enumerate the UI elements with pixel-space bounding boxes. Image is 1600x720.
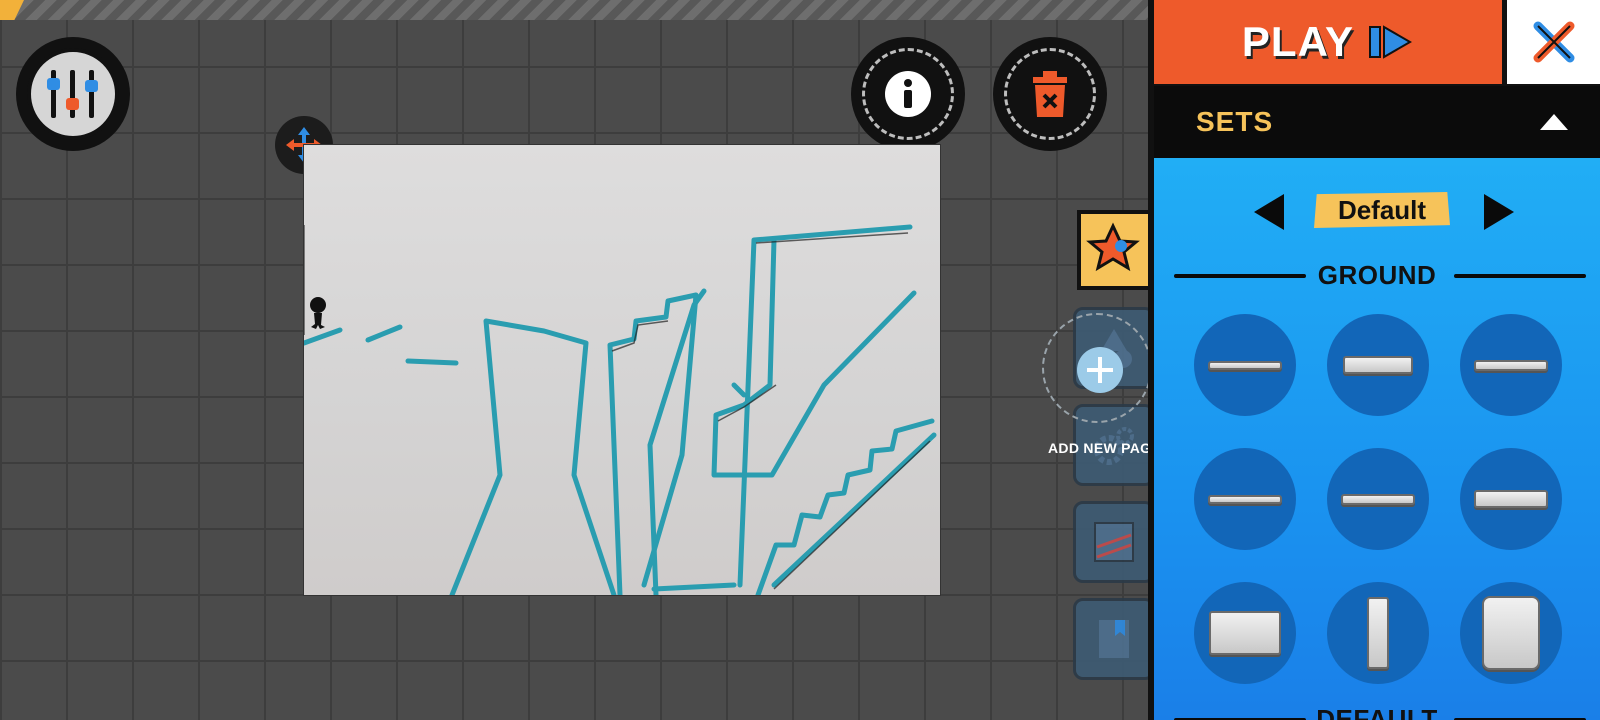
plus-icon: [1087, 357, 1113, 383]
sets-title: SETS: [1196, 106, 1274, 137]
ground-piece-stone-block[interactable]: [1194, 582, 1296, 684]
section-header-default: DEFAULT: [1154, 702, 1600, 720]
current-set-name: Default: [1314, 192, 1450, 228]
sets-header[interactable]: SETS: [1154, 86, 1600, 158]
sets-tool-tab[interactable]: [1073, 208, 1150, 292]
ground-piece-thin-platform[interactable]: [1194, 314, 1296, 416]
hand-drawn-level: [304, 224, 937, 595]
ground-piece-stone-slab[interactable]: [1327, 314, 1429, 416]
add-new-page-label: ADD NEW PAGE: [1048, 440, 1150, 456]
previous-set-arrow-icon[interactable]: [1254, 194, 1284, 230]
next-set-arrow-icon[interactable]: [1484, 194, 1514, 230]
section-header-ground: GROUND: [1154, 258, 1600, 292]
section-title: GROUND: [1317, 259, 1437, 290]
settings-button[interactable]: [16, 37, 130, 151]
background-tool-slot[interactable]: [1073, 501, 1150, 583]
ground-piece-stone-block-large[interactable]: [1460, 582, 1562, 684]
bookmark-icon: [1099, 620, 1129, 658]
saved-tool-slot[interactable]: [1073, 598, 1150, 680]
play-icon: [1369, 25, 1413, 59]
objects-panel: PLAY SETS Default GROUND DEFAULT: [1148, 0, 1600, 720]
hazard-strip: [0, 0, 1150, 20]
close-icon: [1533, 21, 1574, 63]
play-button[interactable]: PLAY: [1154, 0, 1502, 84]
section-title: DEFAULT: [1316, 703, 1438, 720]
close-button[interactable]: [1507, 0, 1600, 84]
trash-icon: [1033, 71, 1067, 117]
sliders-icon: [27, 48, 119, 140]
delete-page-button[interactable]: [993, 37, 1107, 151]
ground-piece-thin-platform[interactable]: [1194, 448, 1296, 550]
level-drawing-photo[interactable]: [304, 145, 940, 595]
ground-piece-thin-platform[interactable]: [1327, 448, 1429, 550]
sets-body: Default GROUND DEFAULT: [1154, 158, 1600, 720]
play-label: PLAY: [1241, 18, 1355, 65]
add-page-button[interactable]: [1077, 347, 1123, 393]
ground-piece-thin-platform[interactable]: [1460, 314, 1562, 416]
background-icon: [1094, 522, 1134, 562]
info-icon: [885, 71, 931, 117]
stick-figure-player: [310, 297, 326, 329]
collapse-triangle-icon[interactable]: [1540, 114, 1568, 130]
ground-piece-stone-pillar[interactable]: [1327, 582, 1429, 684]
level-editor-canvas[interactable]: ADD NEW PAGE: [0, 0, 1150, 720]
ground-piece-stone-slab[interactable]: [1460, 448, 1562, 550]
info-button[interactable]: [851, 37, 965, 151]
